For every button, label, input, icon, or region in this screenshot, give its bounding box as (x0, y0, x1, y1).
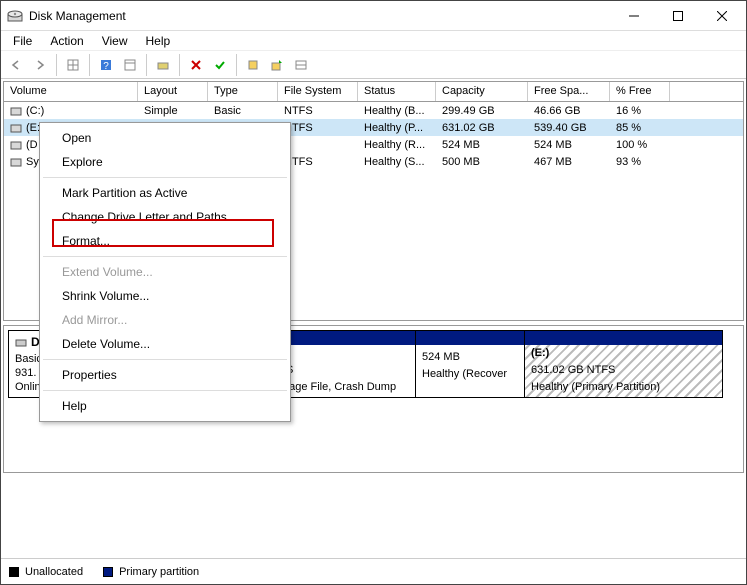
title-bar: Disk Management (1, 1, 746, 31)
ctx-open[interactable]: Open (42, 126, 288, 150)
back-icon[interactable] (5, 54, 27, 76)
ctx-shrink[interactable]: Shrink Volume... (42, 284, 288, 308)
ctx-properties[interactable]: Properties (42, 363, 288, 387)
ctx-explore[interactable]: Explore (42, 150, 288, 174)
col-layout[interactable]: Layout (138, 82, 208, 101)
swatch-unallocated (9, 567, 19, 577)
legend-unallocated: Unallocated (25, 566, 83, 578)
col-free-space[interactable]: Free Spa... (528, 82, 610, 101)
menu-action[interactable]: Action (42, 32, 91, 50)
app-icon (7, 8, 23, 24)
ctx-add-mirror: Add Mirror... (42, 308, 288, 332)
ctx-change-letter[interactable]: Change Drive Letter and Paths... (42, 205, 288, 229)
menu-file[interactable]: File (5, 32, 40, 50)
window-title: Disk Management (29, 9, 612, 23)
ctx-delete[interactable]: Delete Volume... (42, 332, 288, 356)
ctx-format[interactable]: Format... (42, 229, 288, 253)
partition[interactable]: 524 MBHealthy (Recover (415, 330, 525, 398)
show-hide-icon[interactable] (152, 54, 174, 76)
settings-icon[interactable] (119, 54, 141, 76)
ctx-extend: Extend Volume... (42, 260, 288, 284)
col-status[interactable]: Status (358, 82, 436, 101)
check-icon[interactable] (209, 54, 231, 76)
menu-view[interactable]: View (94, 32, 136, 50)
ctx-help[interactable]: Help (42, 394, 288, 418)
action-icon[interactable] (242, 54, 264, 76)
col-filesystem[interactable]: File System (278, 82, 358, 101)
col-pct-free[interactable]: % Free (610, 82, 670, 101)
disk-size: 931. (15, 367, 36, 379)
partition[interactable]: (E:)631.02 GB NTFSHealthy (Primary Parti… (524, 330, 723, 398)
minimize-button[interactable] (612, 2, 656, 30)
legend-primary: Primary partition (119, 566, 199, 578)
menu-bar: File Action View Help (1, 31, 746, 51)
disk-management-window: Disk Management File Action View Help ? … (0, 0, 747, 585)
maximize-button[interactable] (656, 2, 700, 30)
swatch-primary (103, 567, 113, 577)
legend: Unallocated Primary partition (1, 558, 746, 584)
disk-type: Basic (15, 353, 42, 365)
col-volume[interactable]: Volume (4, 82, 138, 101)
delete-icon[interactable] (185, 54, 207, 76)
menu-help[interactable]: Help (138, 32, 179, 50)
forward-icon[interactable] (29, 54, 51, 76)
ctx-mark-active[interactable]: Mark Partition as Active (42, 181, 288, 205)
view-grid-icon[interactable] (62, 54, 84, 76)
col-capacity[interactable]: Capacity (436, 82, 528, 101)
column-headers: Volume Layout Type File System Status Ca… (4, 82, 743, 102)
svg-text:?: ? (103, 61, 109, 72)
col-type[interactable]: Type (208, 82, 278, 101)
table-row[interactable]: (C:)SimpleBasicNTFSHealthy (B...299.49 G… (4, 102, 743, 119)
context-menu: Open Explore Mark Partition as Active Ch… (39, 122, 291, 422)
close-button[interactable] (700, 2, 744, 30)
grid2-icon[interactable] (290, 54, 312, 76)
launch-icon[interactable] (266, 54, 288, 76)
help-icon[interactable]: ? (95, 54, 117, 76)
toolbar: ? (1, 51, 746, 79)
